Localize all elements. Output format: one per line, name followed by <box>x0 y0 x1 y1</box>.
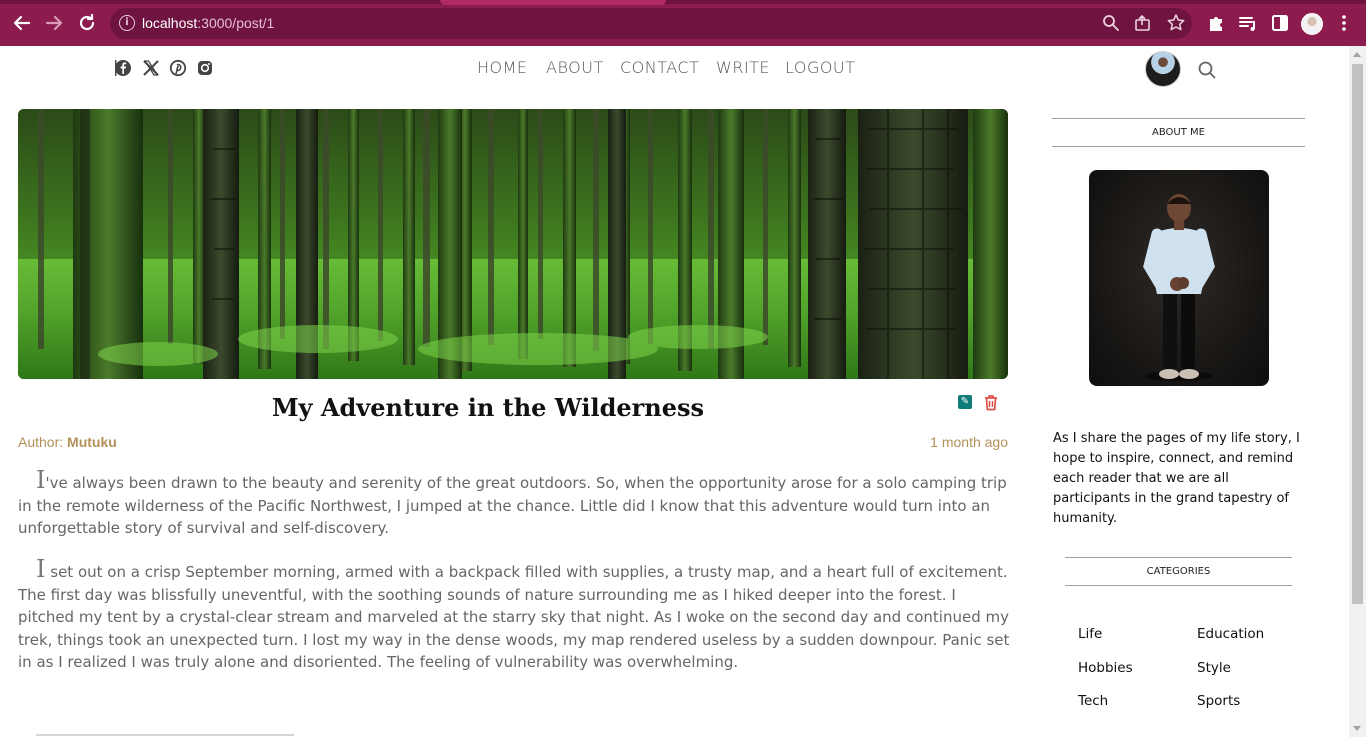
nav-contact[interactable]: CONTACT <box>620 58 699 77</box>
category-link-life[interactable]: Life <box>1078 626 1102 642</box>
address-bar[interactable]: i localhost:3000/post/1 <box>110 8 1192 39</box>
category-link-style[interactable]: Style <box>1197 660 1231 676</box>
category-link-education[interactable]: Education <box>1197 626 1264 642</box>
paragraph-text: set out on a crisp September morning, ar… <box>18 563 1010 671</box>
author-name-link[interactable]: Mutuku <box>67 434 117 450</box>
post-paragraph: I've always been drawn to the beauty and… <box>18 468 1010 540</box>
author-label: Author: <box>18 434 68 450</box>
forward-button[interactable] <box>42 11 66 35</box>
nav-about[interactable]: ABOUT <box>546 58 604 77</box>
trash-icon[interactable] <box>983 394 999 411</box>
page-scrollbar[interactable] <box>1349 46 1366 737</box>
browser-toolbar: i localhost:3000/post/1 <box>0 0 1366 46</box>
instagram-icon[interactable] <box>196 59 216 79</box>
tab-strip <box>0 0 1366 4</box>
category-link-hobbies[interactable]: Hobbies <box>1078 660 1133 676</box>
reload-icon <box>79 13 95 31</box>
bottom-divider <box>36 734 294 736</box>
url-text[interactable]: localhost:3000/post/1 <box>142 15 274 31</box>
side-panel-icon[interactable] <box>1268 11 1292 35</box>
category-link-tech[interactable]: Tech <box>1078 693 1108 709</box>
about-me-text: As I share the pages of my life story, I… <box>1053 431 1300 526</box>
arrow-left-icon <box>13 15 31 31</box>
media-queue-icon[interactable] <box>1236 11 1260 35</box>
share-icon[interactable] <box>1133 13 1153 33</box>
profile-avatar[interactable] <box>1301 13 1323 35</box>
nav-write[interactable]: WRITE <box>716 58 770 77</box>
post-date: 1 month ago <box>930 434 1008 450</box>
scroll-thumb[interactable] <box>1352 64 1363 604</box>
x-icon[interactable] <box>142 59 162 79</box>
puzzle-icon[interactable] <box>1204 11 1228 35</box>
star-icon[interactable] <box>1166 13 1186 33</box>
post-paragraph: I set out on a crisp September morning, … <box>18 557 1010 674</box>
about-me-heading: ABOUT ME <box>1052 118 1305 147</box>
kebab-menu-icon[interactable] <box>1332 11 1356 35</box>
post-author: Author: Mutuku <box>18 434 117 450</box>
pinterest-icon[interactable] <box>169 59 189 79</box>
edit-icon[interactable]: ✎ <box>958 395 972 409</box>
info-icon[interactable]: i <box>119 15 135 31</box>
categories-heading: CATEGORIES <box>1065 557 1292 586</box>
scroll-down-icon[interactable] <box>1353 726 1361 731</box>
facebook-icon[interactable] <box>114 59 134 79</box>
post-cover-image <box>18 109 1008 379</box>
scroll-up-icon[interactable] <box>1353 52 1361 57</box>
author-photo <box>1089 170 1269 386</box>
active-tab-indicator[interactable] <box>440 0 666 5</box>
post-title: My Adventure in the Wilderness <box>271 393 705 422</box>
back-button[interactable] <box>10 11 34 35</box>
url-path: :3000/post/1 <box>197 15 275 31</box>
reload-button[interactable] <box>75 11 99 35</box>
nav-home[interactable]: HOME <box>477 58 528 77</box>
search-icon[interactable] <box>1197 60 1217 80</box>
user-avatar[interactable] <box>1145 51 1181 87</box>
url-host: localhost <box>142 15 198 31</box>
zoom-icon[interactable] <box>1101 13 1121 33</box>
paragraph-text: 've always been drawn to the beauty and … <box>18 474 1007 537</box>
nav-logout[interactable]: LOGOUT <box>785 58 855 77</box>
category-link-sports[interactable]: Sports <box>1197 693 1240 709</box>
arrow-right-icon <box>45 15 63 31</box>
